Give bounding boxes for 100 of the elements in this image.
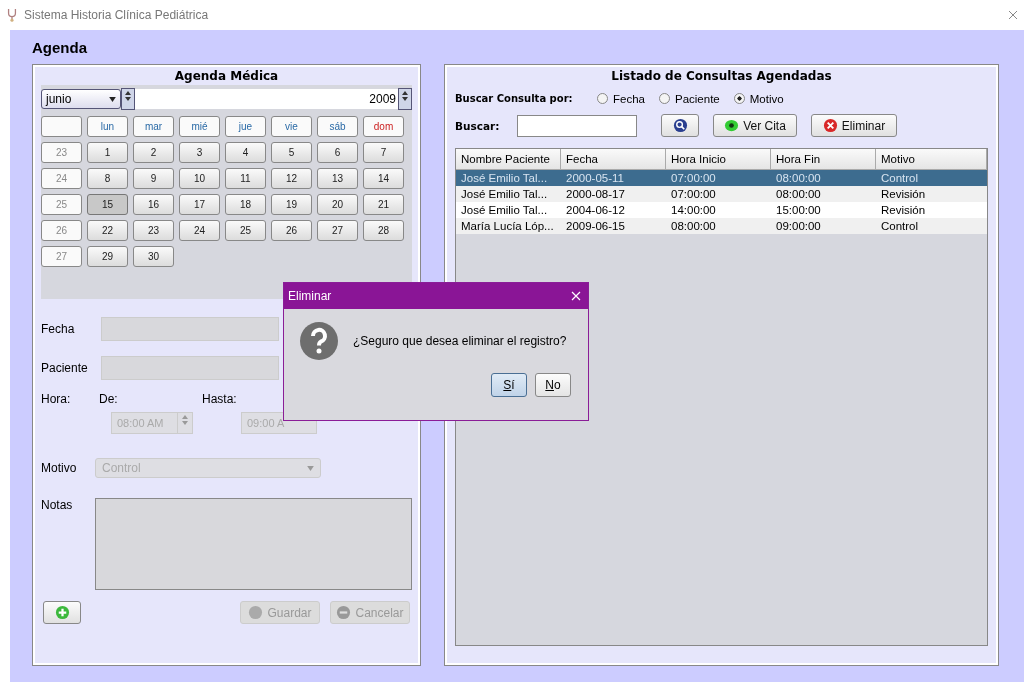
panel-title: Listado de Consultas Agendadas	[611, 69, 832, 83]
table-cell-text: José Emilio Tal...	[460, 203, 549, 218]
minus-icon	[336, 605, 352, 620]
day-button[interactable]: 27	[317, 220, 358, 241]
notes-field[interactable]	[94, 498, 412, 590]
day-button[interactable]: 16	[133, 194, 174, 215]
table-row[interactable]: José Emilio Tal... 2000-08-17 07:00:00 08:00:00 Revisión	[456, 186, 987, 202]
day-button[interactable]: 1	[87, 142, 128, 163]
table-cell-text: 09:00:00	[775, 219, 822, 234]
day-button[interactable]: 25	[225, 220, 266, 241]
day-button[interactable]: 28	[363, 220, 404, 241]
search-label: Buscar:	[455, 119, 501, 132]
day-button[interactable]: 12	[271, 168, 312, 189]
day-button[interactable]: 22	[87, 220, 128, 241]
week-number: 27	[41, 246, 82, 267]
up-arrow-icon[interactable]	[125, 91, 131, 95]
table-cell-text: 2004-06-12	[565, 203, 626, 218]
day-button[interactable]: 3	[179, 142, 220, 163]
table-row[interactable]: José Emilio Tal... 2000-05-11 07:00:00 08:00:00 Control	[456, 170, 987, 186]
day-button[interactable]: 24	[179, 220, 220, 241]
week-number: 23	[41, 142, 82, 163]
dropdown-arrow-icon	[307, 465, 314, 471]
table-cell-text: 08:00:00	[775, 171, 822, 186]
dialog-button[interactable]: Sí	[491, 373, 527, 397]
day-button[interactable]: 2	[133, 142, 174, 163]
table-cell-text: 08:00:00	[670, 219, 717, 234]
day-button[interactable]: 13	[317, 168, 358, 189]
day-button[interactable]: 26	[271, 220, 312, 241]
weekday-header: mar	[133, 116, 174, 137]
dialog-title: Eliminar	[288, 289, 332, 303]
day-button[interactable]: 11	[225, 168, 266, 189]
day-button[interactable]: 19	[271, 194, 312, 215]
table-row[interactable]: María Lucía Lóp... 2009-06-15 08:00:00 09:00:00 Control	[456, 218, 987, 234]
day-button[interactable]: 23	[133, 220, 174, 241]
day-button[interactable]: 7	[363, 142, 404, 163]
table-cell-text: 2000-08-17	[565, 187, 626, 202]
day-button[interactable]: 5	[271, 142, 312, 163]
table-cell-text: Control	[880, 171, 920, 186]
search-field[interactable]	[517, 114, 637, 137]
radio-option[interactable]: Fecha	[597, 92, 645, 105]
table-row[interactable]: José Emilio Tal... 2004-06-12 14:00:00 15:00:00 Revisión	[456, 202, 987, 218]
search-by-label: Buscar Consulta por:	[455, 93, 574, 104]
dialog-message: ¿Seguro que desea eliminar el registro?	[353, 334, 567, 348]
view-appointment-button[interactable]: Ver Cita	[713, 114, 797, 137]
down-arrow-icon[interactable]	[125, 97, 131, 101]
eye-icon	[724, 118, 740, 133]
weekday-header: vie	[271, 116, 312, 137]
up-arrow-icon[interactable]	[402, 91, 408, 95]
day-button[interactable]: 21	[363, 194, 404, 215]
day-button[interactable]: 20	[317, 194, 358, 215]
day-button[interactable]: 10	[179, 168, 220, 189]
week-number: 25	[41, 194, 82, 215]
table-cell-text: 07:00:00	[670, 187, 717, 202]
day-button[interactable]: 15	[87, 194, 128, 215]
question-icon	[299, 321, 339, 361]
table-cell-text: José Emilio Tal...	[460, 171, 549, 186]
month-spinner[interactable]	[121, 88, 135, 110]
window-title: Sistema Historia Clínica Pediátrica	[24, 8, 209, 22]
field-label: Paciente	[41, 361, 89, 375]
field-label: Hasta:	[202, 392, 237, 406]
radio-option[interactable]: Motivo	[733, 92, 784, 105]
day-button[interactable]: 4	[225, 142, 266, 163]
week-number: 24	[41, 168, 82, 189]
day-button[interactable]: 18	[225, 194, 266, 215]
patient-field[interactable]	[101, 356, 279, 380]
add-button[interactable]	[43, 601, 81, 624]
search-icon	[672, 118, 688, 133]
year-spinner[interactable]	[398, 88, 412, 110]
field-label: Hora:	[41, 392, 72, 406]
panel-title: Agenda Médica	[174, 69, 279, 83]
table-cell-text: 2009-06-15	[565, 219, 626, 234]
table-cell-text: 14:00:00	[670, 203, 717, 218]
day-button[interactable]: 30	[133, 246, 174, 267]
day-button[interactable]: 14	[363, 168, 404, 189]
dialog-button[interactable]: No	[535, 373, 571, 397]
search-button[interactable]	[661, 114, 699, 137]
table-cell-text: Revisión	[880, 203, 927, 218]
day-button[interactable]: 6	[317, 142, 358, 163]
delete-button[interactable]: Eliminar	[811, 114, 897, 137]
down-arrow-icon[interactable]	[402, 97, 408, 101]
table-cell-text: 08:00:00	[775, 187, 822, 202]
weekday-header: sáb	[317, 116, 358, 137]
weekday-header: jue	[225, 116, 266, 137]
month-dropdown[interactable]: junio	[41, 89, 121, 109]
day-button[interactable]: 17	[179, 194, 220, 215]
corner-cell	[41, 116, 82, 137]
field-label: Notas	[41, 498, 74, 512]
year-field[interactable]: 2009	[135, 89, 398, 109]
delete-icon	[822, 118, 838, 133]
table-cell-text: Control	[880, 219, 920, 234]
close-icon[interactable]	[1008, 10, 1018, 20]
day-button[interactable]: 9	[133, 168, 174, 189]
field-label: Fecha	[41, 322, 76, 336]
weekday-header: lun	[87, 116, 128, 137]
plus-icon	[54, 605, 70, 620]
table-cell-text: 07:00:00	[670, 171, 717, 186]
table-cell-text: 15:00:00	[775, 203, 822, 218]
day-button[interactable]: 29	[87, 246, 128, 267]
day-button[interactable]: 8	[87, 168, 128, 189]
radio-option[interactable]: Paciente	[658, 92, 720, 105]
